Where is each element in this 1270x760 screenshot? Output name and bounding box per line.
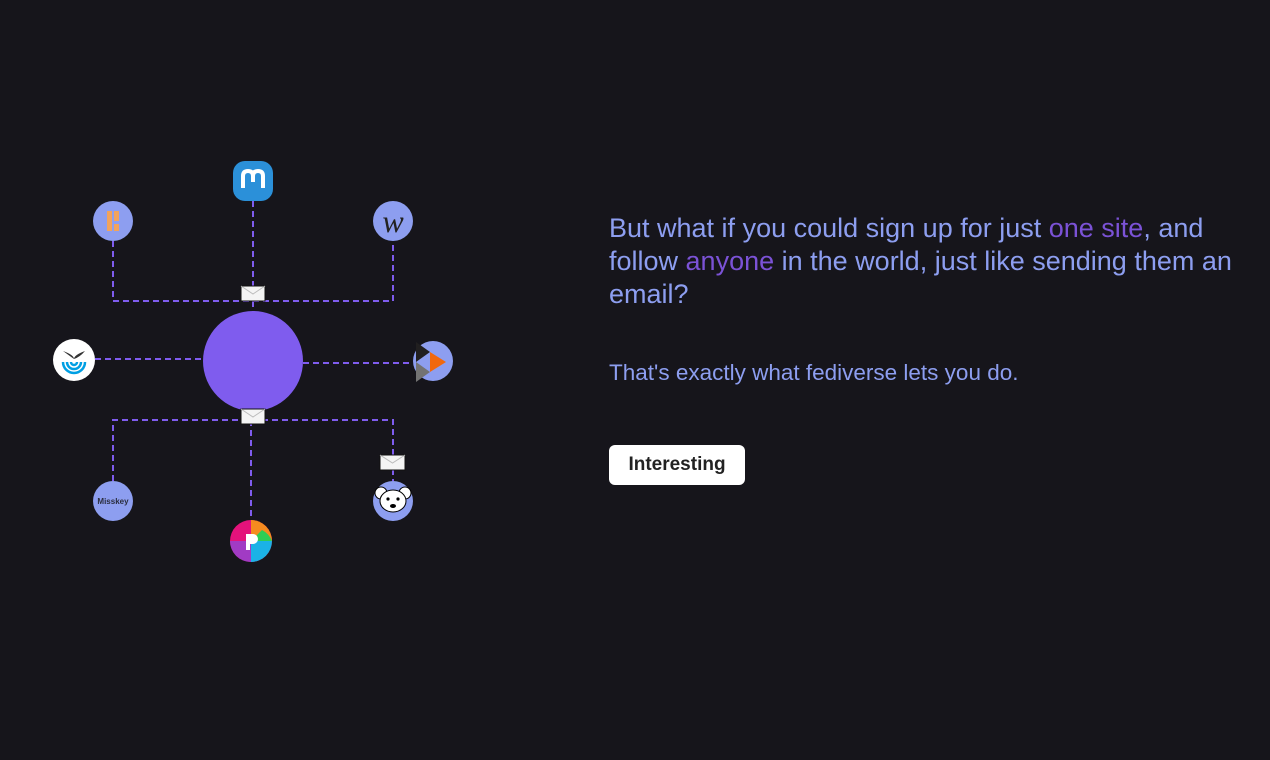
mastodon-icon (233, 161, 273, 201)
envelope-icon (240, 408, 266, 425)
peertube-icon (413, 341, 453, 382)
svg-text:w: w (382, 203, 404, 239)
interesting-button[interactable]: Interesting (609, 445, 745, 485)
hub-circle (203, 311, 303, 411)
subtext: That's exactly what fediverse lets you d… (609, 360, 1019, 385)
envelope-icon (379, 454, 406, 471)
pixelfed-icon (230, 520, 272, 562)
misskey-icon: Misskey (93, 481, 133, 521)
plume-icon (93, 201, 133, 241)
writefreely-icon: w (373, 201, 413, 241)
funkwhale-icon (53, 339, 95, 381)
headline: But what if you could sign up for just o… (609, 212, 1249, 311)
intro-text-section: But what if you could sign up for just o… (609, 212, 1249, 485)
headline-highlight-anyone: anyone (685, 246, 775, 276)
misskey-label: Misskey (97, 497, 129, 506)
headline-text: But what if you could sign up for just (609, 213, 1049, 243)
envelope-icon (240, 285, 266, 302)
fediverse-diagram: w Misskey (53, 161, 453, 562)
lemmy-icon (373, 481, 413, 521)
headline-highlight-one-site: one site (1048, 213, 1144, 243)
